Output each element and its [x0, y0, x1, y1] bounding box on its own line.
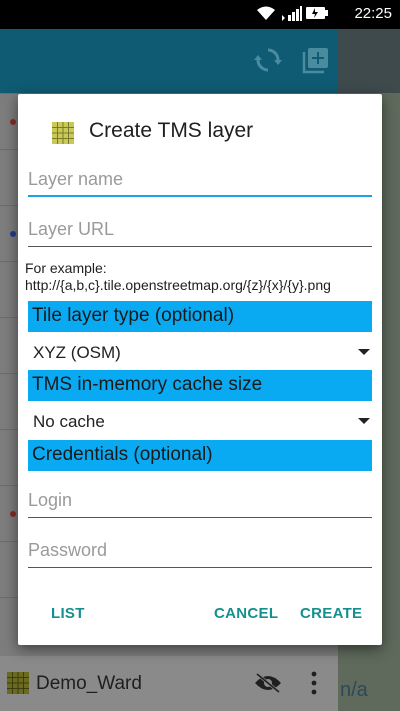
- login-field[interactable]: Login: [28, 484, 372, 518]
- dropdown-arrow-icon: [358, 418, 370, 424]
- selected-value: No cache: [33, 412, 105, 431]
- visibility-off-icon[interactable]: [254, 673, 282, 693]
- create-button[interactable]: CREATE: [300, 605, 362, 622]
- create-tms-layer-dialog: Create TMS layer Layer name Layer URL Fo…: [18, 94, 382, 645]
- status-icons: [256, 5, 328, 21]
- app-toolbar: [0, 29, 338, 93]
- status-bar: 22:25: [0, 0, 400, 29]
- tile-layer-type-header: Tile layer type (optional): [28, 301, 372, 332]
- password-field[interactable]: Password: [28, 534, 372, 568]
- cache-size-header: TMS in-memory cache size: [28, 370, 372, 401]
- battery-icon: [306, 7, 328, 19]
- selected-value: XYZ (OSM): [33, 343, 121, 362]
- list-button[interactable]: LIST: [51, 605, 85, 622]
- tms-layer-icon: [7, 672, 29, 694]
- more-options-icon[interactable]: [308, 670, 320, 696]
- cache-size-select[interactable]: No cache: [28, 403, 372, 439]
- layer-dot: [10, 119, 16, 125]
- credentials-header: Credentials (optional): [28, 440, 372, 471]
- tile-layer-type-select[interactable]: XYZ (OSM): [28, 334, 372, 370]
- sync-icon[interactable]: [254, 46, 282, 74]
- layer-dot: [10, 231, 16, 237]
- signal-icon: [282, 6, 302, 21]
- dialog-title: Create TMS layer: [89, 119, 254, 142]
- clock: 22:25: [354, 5, 392, 22]
- url-example-text: For example: http://{a,b,c}.tile.openstr…: [25, 260, 331, 293]
- map-toolbar-area: [338, 29, 400, 93]
- layer-url-field[interactable]: Layer URL: [28, 213, 372, 247]
- layer-label: Demo_Ward: [36, 673, 142, 694]
- layer-name-field[interactable]: Layer name: [28, 163, 372, 197]
- layer-dot: [10, 511, 16, 517]
- map-fragment-text: n/a: [340, 679, 368, 701]
- wifi-icon: [257, 6, 275, 20]
- tms-layer-icon: [52, 122, 74, 144]
- add-layer-icon[interactable]: [302, 46, 330, 74]
- cancel-button[interactable]: CANCEL: [214, 605, 278, 622]
- dropdown-arrow-icon: [358, 349, 370, 355]
- layer-row-demo-ward[interactable]: Demo_Ward: [0, 656, 338, 711]
